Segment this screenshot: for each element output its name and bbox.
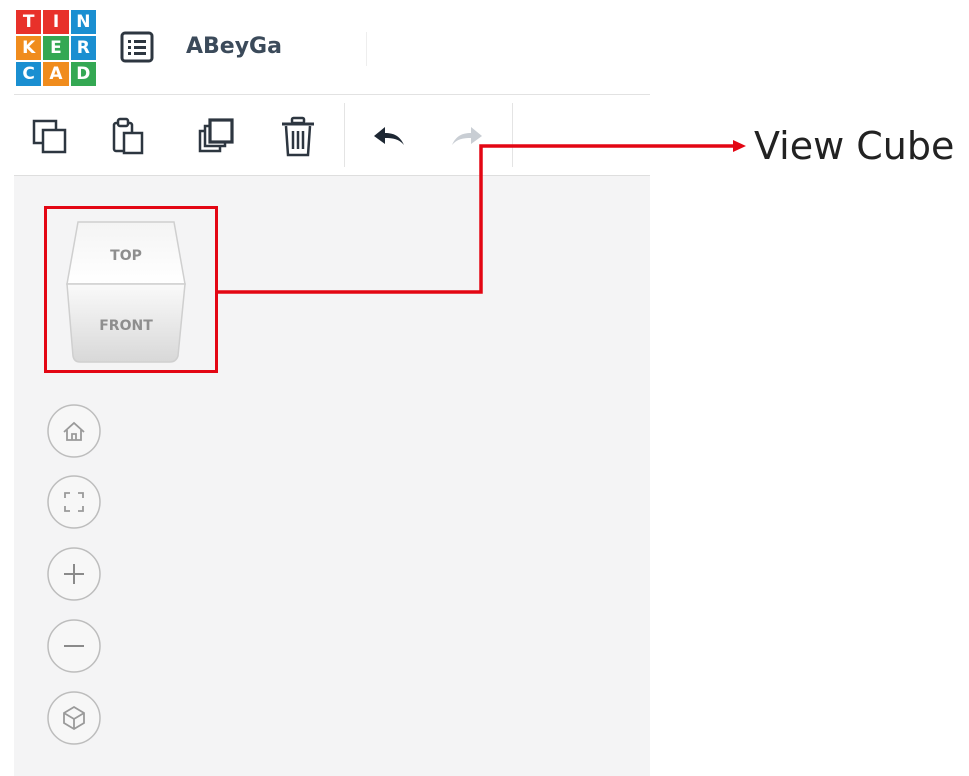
logo-letter: C bbox=[16, 62, 42, 86]
zoom-out-button[interactable] bbox=[46, 618, 102, 674]
delete-button[interactable] bbox=[276, 115, 320, 159]
plus-icon bbox=[47, 547, 101, 601]
minus-icon bbox=[47, 619, 101, 673]
logo-letter: K bbox=[16, 36, 42, 60]
design-title[interactable]: ABeyGa bbox=[186, 34, 282, 59]
logo-letter: E bbox=[43, 36, 69, 60]
tinkercad-editor: T I N K E R C A D ABeyGa TOP FRONT bbox=[14, 6, 650, 776]
copy-icon bbox=[32, 119, 67, 154]
trash-icon bbox=[282, 116, 314, 157]
redo-arrow-icon bbox=[452, 127, 482, 145]
logo-letter: T bbox=[16, 10, 42, 34]
logo-letter: A bbox=[43, 62, 69, 86]
undo-button[interactable] bbox=[366, 115, 410, 159]
zoom-in-button[interactable] bbox=[46, 546, 102, 602]
duplicate-icon bbox=[198, 118, 234, 153]
redo-button[interactable] bbox=[446, 115, 490, 159]
fit-to-view-icon bbox=[47, 475, 101, 529]
cube-perspective-icon bbox=[47, 691, 101, 745]
fit-all-button[interactable] bbox=[46, 474, 102, 530]
logo-letter: D bbox=[70, 62, 96, 86]
arrowhead-icon bbox=[733, 140, 746, 152]
home-icon bbox=[47, 404, 101, 458]
duplicate-button[interactable] bbox=[194, 115, 238, 159]
paste-icon bbox=[112, 117, 144, 155]
paste-button[interactable] bbox=[106, 115, 150, 159]
logo-letter: N bbox=[70, 10, 96, 34]
ortho-perspective-button[interactable] bbox=[46, 690, 102, 746]
logo-letter: R bbox=[70, 36, 96, 60]
home-view-button[interactable] bbox=[46, 403, 102, 459]
toolbar-divider bbox=[344, 103, 345, 167]
logo-letter: I bbox=[43, 10, 69, 34]
callout-label: View Cube bbox=[754, 124, 955, 168]
undo-arrow-icon bbox=[374, 127, 404, 145]
toolbar-divider bbox=[512, 103, 513, 167]
top-header: T I N K E R C A D ABeyGa bbox=[14, 6, 650, 95]
header-divider bbox=[366, 32, 367, 66]
tinkercad-logo[interactable]: T I N K E R C A D bbox=[16, 10, 96, 86]
view-cube-highlight-box bbox=[44, 206, 218, 373]
list-icon[interactable] bbox=[118, 28, 156, 66]
edit-toolbar bbox=[14, 95, 650, 176]
copy-button[interactable] bbox=[28, 115, 72, 159]
